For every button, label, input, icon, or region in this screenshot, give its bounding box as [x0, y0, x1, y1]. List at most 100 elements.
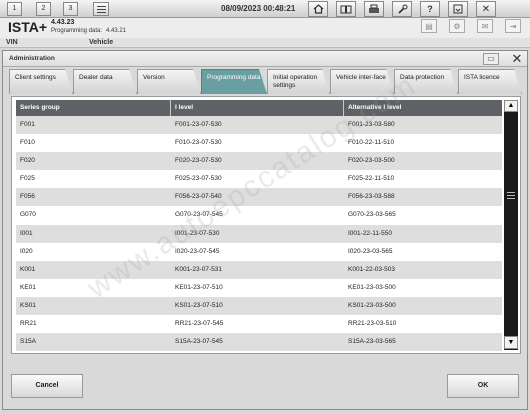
- list-icon[interactable]: [93, 2, 109, 16]
- table-cell: I001-23-07-530: [175, 229, 220, 237]
- session-tab-2[interactable]: 2: [36, 2, 51, 16]
- table-row[interactable]: F001 F001-23-07-530 F001-23-03-580: [16, 116, 502, 135]
- table-cell: F010-23-07-530: [175, 139, 222, 147]
- print-icon[interactable]: ▭: [483, 53, 499, 65]
- tab-version[interactable]: Version: [137, 69, 201, 94]
- version-number: 4.43.23: [51, 19, 75, 26]
- table-row[interactable]: I001 I001-23-07-530 I001-22-11-550: [16, 224, 502, 243]
- programming-data-info: Programming data: 4.43.21: [51, 28, 126, 34]
- ok-button[interactable]: OK: [447, 374, 519, 398]
- session-tab-3[interactable]: 3: [63, 2, 78, 16]
- gear-icon[interactable]: ⚙: [449, 19, 465, 33]
- exit-icon[interactable]: ⇥: [505, 19, 521, 33]
- table-cell: F020-23-07-530: [175, 157, 222, 165]
- column-header-series-group[interactable]: Series group: [16, 100, 171, 116]
- print-icon[interactable]: [364, 1, 384, 17]
- programming-data-value: 4.43.21: [106, 28, 127, 34]
- table-cell: F010-22-11-510: [348, 139, 395, 147]
- table-row[interactable]: RR21 RR21-23-07-545 RR21-23-03-510: [16, 315, 502, 334]
- table-row[interactable]: KE01 KE01-23-07-510 KE01-23-03-500: [16, 278, 502, 297]
- table-cell: KS01: [20, 301, 36, 309]
- mail-icon[interactable]: ✉: [477, 19, 493, 33]
- table-cell: I020-23-07-545: [175, 247, 220, 255]
- table-cell: I020-23-03-565: [348, 247, 393, 255]
- home-icon[interactable]: [308, 1, 328, 17]
- table-cell: KE01-23-03-500: [348, 283, 396, 291]
- table-cell: KS01-23-03-500: [348, 301, 396, 309]
- table-row[interactable]: F010 F010-23-07-530 F010-22-11-510: [16, 134, 502, 153]
- document-icon[interactable]: ▤: [421, 19, 437, 33]
- table-cell: F020: [20, 157, 35, 165]
- table-cell: I001: [20, 229, 33, 237]
- table-cell: I020: [20, 247, 33, 255]
- table-row[interactable]: F020 F020-23-07-530 F020-23-03-500: [16, 152, 502, 171]
- tab-programming-data[interactable]: Programming data: [201, 69, 267, 94]
- table-cell: RR21-23-03-510: [348, 320, 397, 328]
- table-cell: S15A-23-07-545: [175, 338, 223, 346]
- table-cell: KE01: [20, 283, 36, 291]
- wrench-icon[interactable]: [392, 1, 412, 17]
- vin-label: VIN: [6, 39, 18, 46]
- table-cell: S15A: [20, 338, 36, 346]
- table-cell: S15A-23-03-565: [348, 338, 396, 346]
- session-tab-1[interactable]: 1: [7, 2, 22, 16]
- table-cell: F020-23-03-500: [348, 157, 395, 165]
- table-cell: RR21-23-07-545: [175, 320, 224, 328]
- column-header-alternative-i-level[interactable]: Alternative I level: [344, 100, 502, 116]
- close-icon[interactable]: ✕: [510, 52, 524, 66]
- table-cell: KE01-23-07-510: [175, 283, 223, 291]
- scroll-down-icon[interactable]: ▼: [504, 336, 518, 349]
- table-cell: F056: [20, 193, 35, 201]
- column-header-i-level[interactable]: I level: [171, 100, 344, 116]
- tab-initial-operation-settings[interactable]: Initial operation settings: [267, 69, 330, 94]
- administration-dialog: Administration ▭ ✕ Client settings Deale…: [2, 50, 528, 410]
- dialog-header: [3, 51, 527, 67]
- tab-client-settings[interactable]: Client settings: [9, 69, 73, 94]
- close-icon[interactable]: ✕: [476, 1, 496, 17]
- table-cell: K001-22-03-503: [348, 265, 395, 273]
- table-cell: I001-22-11-550: [348, 229, 392, 237]
- table-cell: F025-23-07-530: [175, 175, 222, 183]
- book-icon[interactable]: [336, 1, 356, 17]
- table-cell: F025-22-11-510: [348, 175, 395, 183]
- datetime-display: 08/09/2023 00:48:21: [221, 4, 296, 13]
- minimize-icon[interactable]: [448, 1, 468, 17]
- table-row[interactable]: G070 G070-23-07-545 G070-23-03-565: [16, 206, 502, 225]
- tab-ista-licence[interactable]: ISTA licence: [458, 69, 522, 94]
- cancel-button[interactable]: Cancel: [11, 374, 83, 398]
- table-cell: F056-23-07-540: [175, 193, 222, 201]
- table-cell: F010: [20, 139, 35, 147]
- table-row[interactable]: F056 F056-23-07-540 F056-23-03-588: [16, 188, 502, 207]
- vertical-scrollbar[interactable]: ▲ ▼: [504, 100, 518, 350]
- scroll-grip-icon[interactable]: [507, 192, 515, 200]
- dialog-title: Administration: [9, 55, 55, 62]
- tab-vehicle-interface[interactable]: Vehicle inter-face: [330, 69, 394, 94]
- table-cell: K001-23-07-531: [175, 265, 222, 273]
- scroll-up-icon[interactable]: ▲: [504, 100, 518, 112]
- table-row[interactable]: F025 F025-23-07-530 F025-22-11-510: [16, 170, 502, 189]
- table-cell: KS01-23-07-510: [175, 301, 223, 309]
- table-body: F001 F001-23-07-530 F001-23-03-580 F010 F010…: [16, 116, 502, 352]
- table-cell: F001: [20, 121, 35, 128]
- table-cell: F001-23-07-530: [175, 121, 222, 128]
- table-cell: G070-23-07-545: [175, 211, 223, 219]
- table-header: Series group I level Alternative I level: [16, 100, 502, 116]
- table-row[interactable]: K001 K001-23-07-531 K001-22-03-503: [16, 260, 502, 279]
- help-icon[interactable]: ?: [420, 1, 440, 17]
- tab-data-protection[interactable]: Data protection: [394, 69, 458, 94]
- table-cell: K001: [20, 265, 36, 273]
- programming-data-label: Programming data:: [51, 28, 103, 34]
- table-cell: RR21: [20, 320, 37, 328]
- app-title: ISTA+: [8, 19, 48, 35]
- table-cell: G070: [20, 211, 36, 219]
- table-row[interactable]: I020 I020-23-07-545 I020-23-03-565: [16, 242, 502, 261]
- table-cell: F001-23-03-580: [348, 121, 395, 128]
- table-cell: G070-23-03-565: [348, 211, 396, 219]
- vehicle-info-bar: [0, 38, 530, 48]
- table-cell: F025: [20, 175, 35, 183]
- tab-dealer-data[interactable]: Dealer data: [73, 69, 137, 94]
- programming-data-panel: Series group I level Alternative I level…: [11, 96, 521, 354]
- table-row[interactable]: KS01 KS01-23-07-510 KS01-23-03-500: [16, 296, 502, 316]
- vehicle-label: Vehicle: [89, 39, 114, 46]
- table-row[interactable]: S15A S15A-23-07-545 S15A-23-03-565: [16, 333, 502, 352]
